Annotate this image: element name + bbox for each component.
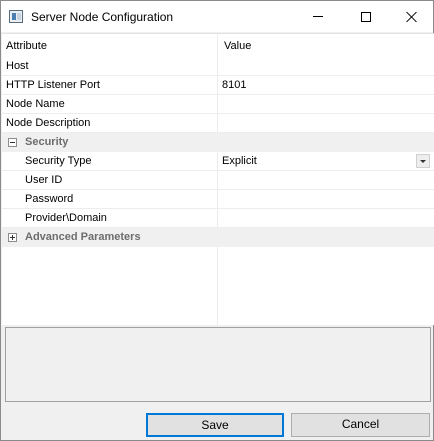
property-name: Password xyxy=(25,193,74,205)
maximize-icon xyxy=(361,11,371,22)
property-row-security-type[interactable]: Security Type Explicit xyxy=(2,152,434,171)
property-row-provider-domain[interactable]: Provider\Domain xyxy=(2,209,434,228)
property-value-http-listener-port[interactable]: 8101 xyxy=(222,79,246,91)
property-value-security-type[interactable]: Explicit xyxy=(222,155,257,167)
close-icon xyxy=(406,11,418,23)
close-button[interactable] xyxy=(389,1,434,32)
property-name: Node Description xyxy=(6,117,91,129)
title-bar[interactable]: Server Node Configuration xyxy=(1,1,433,32)
collapse-icon[interactable] xyxy=(8,138,17,147)
property-row-node-name[interactable]: Node Name xyxy=(2,95,434,114)
property-grid[interactable]: Attribute Value Host HTTP Listener Port … xyxy=(2,33,434,326)
category-label-security: Security xyxy=(25,136,69,148)
expand-icon[interactable] xyxy=(8,233,17,242)
value-column-header: Value xyxy=(224,40,252,52)
property-name: Provider\Domain xyxy=(25,212,107,224)
property-row-host[interactable]: Host xyxy=(2,57,434,76)
save-button[interactable]: Save xyxy=(146,413,284,437)
minimize-button[interactable] xyxy=(295,1,341,32)
security-type-dropdown-button[interactable] xyxy=(416,154,430,168)
minimize-icon xyxy=(313,16,323,17)
category-advanced-parameters[interactable]: Advanced Parameters xyxy=(2,228,434,247)
property-row-http-listener-port[interactable]: HTTP Listener Port 8101 xyxy=(2,76,434,95)
app-icon xyxy=(9,10,23,23)
property-row-password[interactable]: Password xyxy=(2,190,434,209)
description-panel xyxy=(5,327,431,402)
property-name: User ID xyxy=(25,174,63,186)
maximize-button[interactable] xyxy=(343,1,389,32)
configuration-dialog: Server Node Configuration Attribute Valu… xyxy=(0,0,434,441)
attribute-column-header: Attribute xyxy=(6,40,47,52)
property-row-node-description[interactable]: Node Description xyxy=(2,114,434,133)
property-name: Security Type xyxy=(25,155,92,167)
property-row-user-id[interactable]: User ID xyxy=(2,171,434,190)
cancel-button[interactable]: Cancel xyxy=(291,413,430,437)
category-label-advanced-parameters: Advanced Parameters xyxy=(25,231,141,243)
category-security[interactable]: Security xyxy=(2,133,434,152)
property-name: HTTP Listener Port xyxy=(6,79,100,91)
window-title: Server Node Configuration xyxy=(31,10,174,24)
property-name: Host xyxy=(6,60,29,72)
chevron-down-icon xyxy=(420,159,426,163)
property-name: Node Name xyxy=(6,98,65,110)
grid-header: Attribute Value xyxy=(2,35,434,56)
